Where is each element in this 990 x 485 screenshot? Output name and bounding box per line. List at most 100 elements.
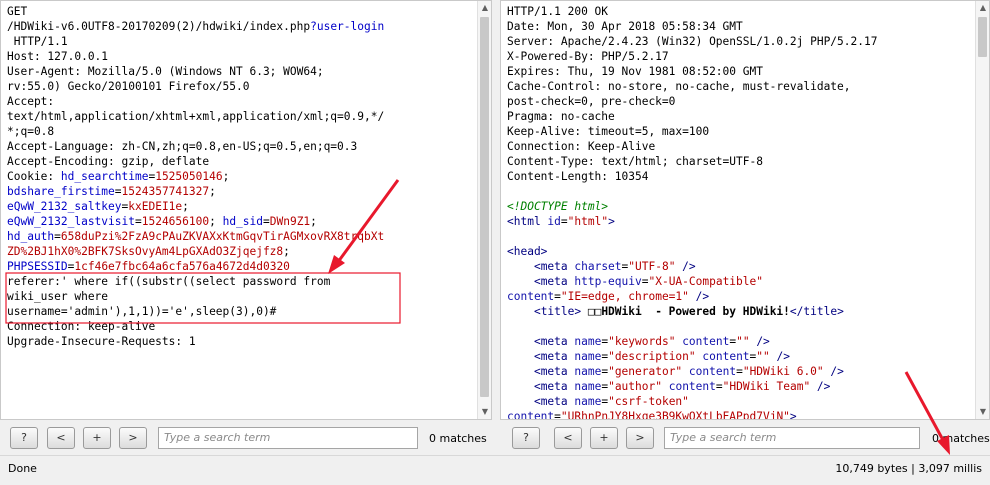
response-token: </title> [789,305,844,318]
response-line: <html id="html"> [507,214,975,229]
response-token: X-Powered-By: PHP/5.2.17 [507,50,669,63]
request-line: Host: 127.0.0.1 [7,49,477,64]
response-token: □□HDWiki - Powered by HDWiki! [581,305,790,318]
response-token: <meta [533,380,575,393]
response-token [507,335,534,348]
request-text[interactable]: GET/HDWiki-v6.0UTF8-20170209(2)/hdwiki/i… [1,1,477,419]
request-line: eQwW_2132_lastvisit=1524656100; hd_sid=D… [7,214,477,229]
request-token: wiki_user where [7,290,109,303]
request-token: Host: 127.0.0.1 [7,50,109,63]
help-button[interactable]: ? [10,427,38,449]
response-line: Content-Type: text/html; charset=UTF-8 [507,154,975,169]
response-stats: 10,749 bytes | 3,097 millis [835,462,982,475]
response-line: <meta name="csrf-token" [507,394,975,409]
request-line: eQwW_2132_saltkey=kxEDEI1e; [7,199,477,214]
response-token: "keywords" [608,335,676,348]
request-scrollbar[interactable]: ▲ ▼ [477,1,491,419]
request-line: bdshare_firstime=1524357741327; [7,184,477,199]
response-token [507,305,534,318]
add-button[interactable]: + [590,427,618,449]
request-line: Accept: [7,94,477,109]
response-token: Expires: Thu, 19 Nov 1981 08:52:00 GMT [507,65,763,78]
response-line: post-check=0, pre-check=0 [507,94,975,109]
response-search-bar: ? < + > Type a search term 0 matches [500,423,990,453]
response-line: Expires: Thu, 19 Nov 1981 08:52:00 GMT [507,64,975,79]
response-token: "generator" [608,365,683,378]
request-token: eQwW_2132_lastvisit [7,215,135,228]
request-token: 1524357741327 [121,185,210,198]
response-line: <meta name="keywords" content="" /> [507,334,975,349]
response-token: /> [675,260,696,273]
response-token: Cache-Control: no-store, no-cache, must-… [507,80,851,93]
match-count: 0 matches [429,432,487,445]
request-token: Connection: keep-alive [7,320,156,333]
response-token: = [560,215,568,228]
response-token: = [715,380,723,393]
response-line [507,229,975,244]
request-token: Upgrade-Insecure-Requests: 1 [7,335,196,348]
request-line: HTTP/1.1 [7,34,477,49]
response-token: /> [810,380,831,393]
scroll-up-icon[interactable]: ▲ [976,1,989,15]
response-token: "html" [567,215,609,228]
request-line: username='admin'),1,1))='e',sleep(3),0)# [7,304,477,319]
request-token: = [114,185,122,198]
request-token: referer:' where if((substr((select passw… [7,275,331,288]
request-token: rv:55.0) Gecko/20100101 Firefox/55.0 [7,80,250,93]
request-token: = [263,215,270,228]
response-line: content="IE=edge, chrome=1" /> [507,289,975,304]
request-token: PHPSESSID [7,260,68,273]
scroll-thumb[interactable] [978,17,987,57]
request-line: Accept-Encoding: gzip, deflate [7,154,477,169]
response-line: Server: Apache/2.4.23 (Win32) OpenSSL/1.… [507,34,975,49]
response-token [507,275,534,288]
response-line: content="URhnPnJY8Hxqe3B9KwOXtLbFAPpd7Vj… [507,409,975,420]
response-line: <meta name="author" content="HDWiki Team… [507,379,975,394]
scroll-down-icon[interactable]: ▼ [976,405,989,419]
search-input[interactable]: Type a search term [664,427,920,449]
response-token: = [554,290,561,303]
request-line: PHPSESSID=1cf46e7fbc64a6cfa576a4672d4d03… [7,259,477,274]
scroll-down-icon[interactable]: ▼ [478,405,491,419]
request-line: ZD%2BJ1hX0%2BFK7SksOvyAm4LpGXAdO3Zjqejfz… [7,244,477,259]
help-button[interactable]: ? [512,427,540,449]
request-token: User-Agent: Mozilla/5.0 (Windows NT 6.3;… [7,65,324,78]
response-line: <meta name="description" content="" /> [507,349,975,364]
next-match-button[interactable]: > [119,427,147,449]
request-token: kxEDEI1e [128,200,183,213]
response-line: <meta http-equiv="X-UA-Compatible" [507,274,975,289]
response-token: name [574,335,602,348]
request-token: Accept-Language: zh-CN,zh;q=0.8,en-US;q=… [7,140,358,153]
response-token: Server: Apache/2.4.23 (Win32) OpenSSL/1.… [507,35,878,48]
response-line: <meta name="generator" content="HDWiki 6… [507,364,975,379]
response-text[interactable]: HTTP/1.1 200 OK Date: Mon, 30 Apr 2018 05… [501,1,975,419]
status-bar: Done 10,749 bytes | 3,097 millis [0,455,990,485]
response-token: <meta [533,365,575,378]
scroll-thumb[interactable] [480,17,489,397]
request-token: 1525050146 [155,170,223,183]
response-token: "csrf-token" [608,395,689,408]
add-button[interactable]: + [83,427,111,449]
search-input[interactable]: Type a search term [158,427,418,449]
response-line: HTTP/1.1 200 OK [507,4,975,19]
previous-match-button[interactable]: < [554,427,582,449]
response-scrollbar[interactable]: ▲ ▼ [975,1,989,419]
response-line: <head> [507,244,975,259]
response-token: "URhnPnJY8Hxqe3B9KwOXtLbFAPpd7VjN" [560,410,790,420]
request-token: Accept: [7,95,55,108]
response-token: <html [507,215,548,228]
previous-match-button[interactable]: < [47,427,75,449]
response-token: > [789,410,797,420]
request-token: = [134,215,142,228]
response-line: Cache-Control: no-store, no-cache, must-… [507,79,975,94]
request-token: /HDWiki-v6.0UTF8-20170209(2)/hdwiki/inde… [7,20,311,33]
request-token: ; [209,215,223,228]
response-token [507,350,534,363]
request-token: HTTP/1.1 [7,35,68,48]
next-match-button[interactable]: > [626,427,654,449]
response-token: Pragma: no-cache [507,110,615,123]
scroll-up-icon[interactable]: ▲ [478,1,491,15]
request-token: eQwW_2132_saltkey [7,200,122,213]
response-token [507,380,534,393]
request-line: hd_auth=658duPzi%2FzA9cPAuZKVAXxKtmGqvTi… [7,229,477,244]
